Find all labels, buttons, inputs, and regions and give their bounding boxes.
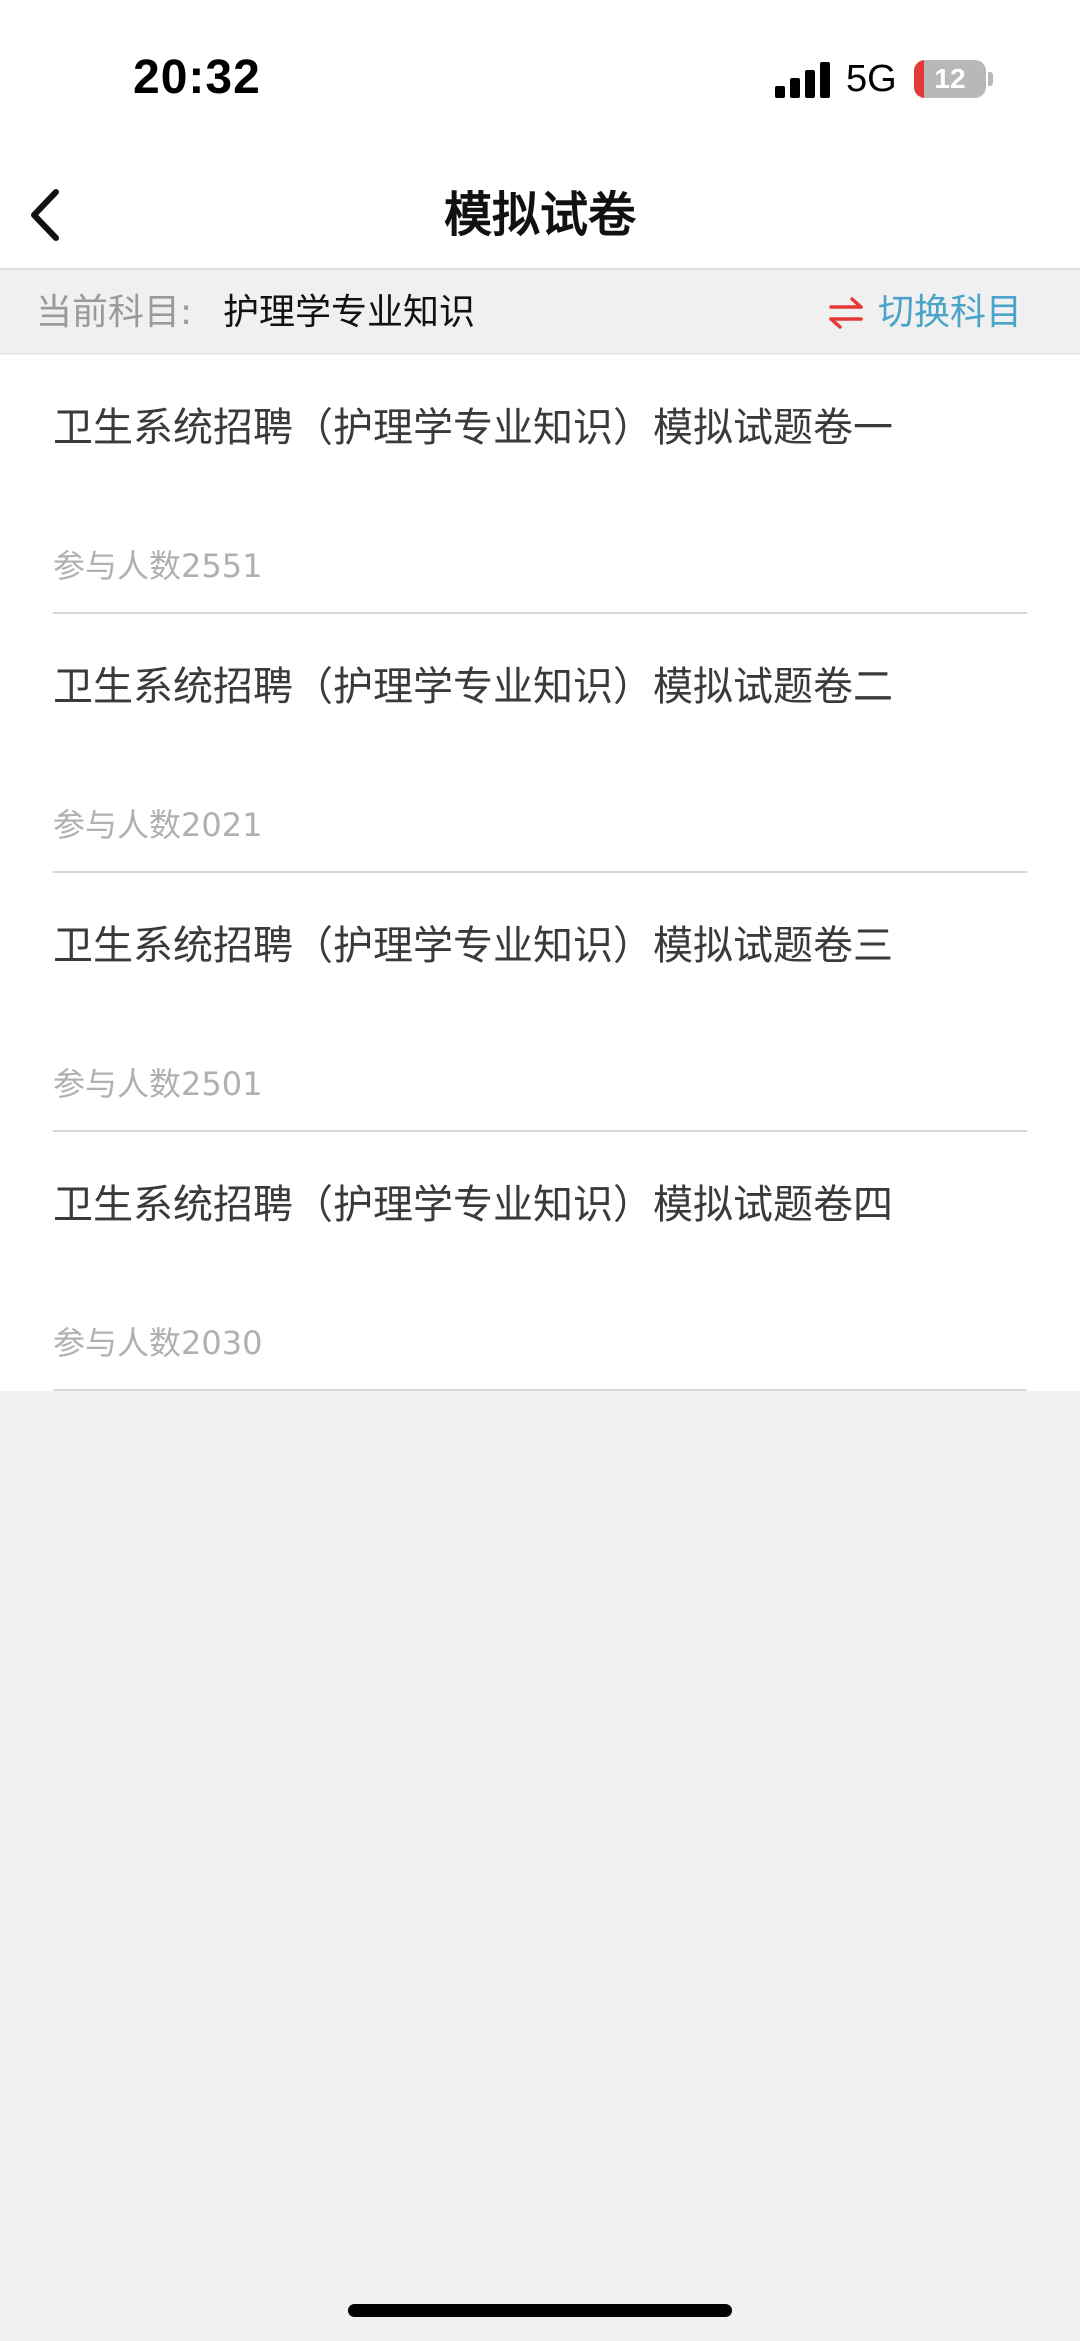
paper-list: 卫生系统招聘（护理学专业知识）模拟试题卷一 参与人数2551 卫生系统招聘（护理…	[0, 355, 1080, 1391]
paper-participant-count: 参与人数2021	[53, 806, 263, 844]
divider	[53, 1389, 1027, 1391]
nav-bar: 模拟试卷	[0, 160, 1080, 270]
home-indicator[interactable]	[348, 2304, 732, 2317]
switch-subject-label: 切换科目	[878, 292, 1023, 333]
swap-arrows-icon	[828, 296, 864, 330]
signal-icon	[775, 60, 831, 98]
page-title: 模拟试卷	[443, 187, 636, 243]
paper-participant-count: 参与人数2030	[53, 1324, 263, 1362]
battery-icon: 12	[914, 60, 986, 98]
paper-participant-count: 参与人数2551	[53, 547, 263, 585]
battery-tip	[988, 72, 993, 86]
network-type: 5G	[846, 58, 897, 100]
subject-bar: 当前科目: 护理学专业知识 切换科目	[0, 272, 1080, 354]
paper-item[interactable]: 卫生系统招聘（护理学专业知识）模拟试题卷一 参与人数2551	[0, 355, 1080, 614]
paper-item[interactable]: 卫生系统招聘（护理学专业知识）模拟试题卷二 参与人数2021	[0, 614, 1080, 873]
current-subject-value: 护理学专业知识	[223, 292, 476, 333]
paper-item[interactable]: 卫生系统招聘（护理学专业知识）模拟试题卷三 参与人数2501	[0, 873, 1080, 1132]
current-subject-label: 当前科目:	[36, 292, 193, 333]
battery-level: 12	[934, 63, 966, 94]
screen: 20:32 5G 12 模拟试卷 当前科目: 护理学专业知识 切换科目 卫生系统…	[0, 0, 1080, 2341]
paper-title: 卫生系统招聘（护理学专业知识）模拟试题卷三	[53, 923, 893, 969]
paper-title: 卫生系统招聘（护理学专业知识）模拟试题卷一	[53, 405, 893, 451]
status-bar: 20:32 5G 12	[0, 0, 1080, 160]
status-time: 20:32	[133, 51, 261, 104]
paper-participant-count: 参与人数2501	[53, 1065, 263, 1103]
paper-title: 卫生系统招聘（护理学专业知识）模拟试题卷二	[53, 664, 893, 710]
chevron-left-icon[interactable]	[22, 180, 82, 250]
switch-subject-button[interactable]: 切换科目	[828, 272, 1058, 354]
paper-title: 卫生系统招聘（护理学专业知识）模拟试题卷四	[53, 1182, 893, 1228]
paper-item[interactable]: 卫生系统招聘（护理学专业知识）模拟试题卷四 参与人数2030	[0, 1132, 1080, 1391]
